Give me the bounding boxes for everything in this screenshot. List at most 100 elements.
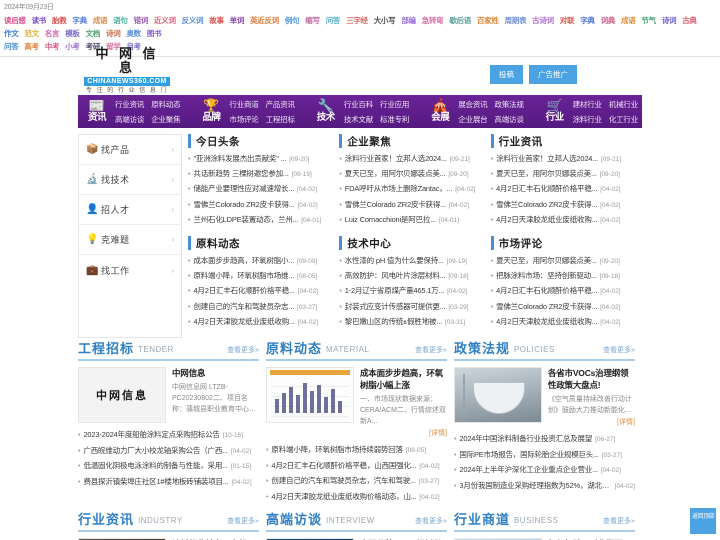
list-item[interactable]: • 费县探沂镇柴埠庄社区1#楼地板砖铺装项目... [04-02] (78, 475, 259, 491)
keyword-link[interactable]: 古诗词 (532, 16, 554, 25)
list-item[interactable]: • 兰州石化LDPE装置动态，兰州... [04-01] (188, 213, 333, 228)
list-item[interactable]: • 把脉涂料市场：坚持创新驱动... [09-18] (491, 269, 636, 284)
keyword-link[interactable]: 作文 (4, 29, 19, 38)
keyword-link[interactable]: 对联 (560, 16, 575, 25)
keyword-link[interactable]: 错词 (134, 16, 149, 25)
list-item[interactable]: • 水性漆的 pH 值为什么要保持... [09-19] (339, 254, 484, 269)
keyword-link[interactable]: 中考 (45, 42, 60, 51)
keyword-link[interactable]: 英近反词 (250, 16, 279, 25)
nav-link[interactable]: 技术文献 (344, 112, 373, 127)
nav-link[interactable]: 行业商道 (229, 97, 258, 112)
nav-link[interactable]: 工程招标 (266, 112, 295, 127)
featured-article[interactable]: 各省市VOCs治理纲领性政策大盘点! 《空气质量持续改善行动计划》鼓励大力推动新能… (453, 367, 635, 427)
keyword-link[interactable]: 模板 (65, 29, 80, 38)
keyword-link[interactable]: 缩写 (305, 16, 320, 25)
nav-link[interactable]: 化工行业 (609, 112, 638, 127)
site-logo[interactable]: 中 网 信 息 CHINANEWS360.COM 专 注 的 行 业 信 息 门… (84, 47, 170, 105)
article-thumbnail-image[interactable]: 中网信息 (78, 367, 166, 424)
nav-link[interactable]: 高端访谈 (115, 112, 144, 127)
keyword-link[interactable]: 部编 (401, 16, 416, 25)
list-item[interactable]: • 夏天已至，用阿尔贝娜装点美... [09-20] (491, 167, 636, 182)
nav-link[interactable]: 涂料行业 (573, 112, 602, 127)
list-item[interactable]: • 涂料行业首家！立邦人选2024... [09-21] (491, 152, 636, 167)
list-item[interactable]: • 创建自己的汽车和驾驶员杂志... [03-27] (188, 300, 333, 315)
keyword-link[interactable]: 故事 (209, 16, 224, 25)
list-item[interactable]: •3月份我国制造业采购经理指数为52%，湖北省14个...[04-02] (454, 479, 635, 495)
list-item[interactable]: • 1-2月辽宁省原煤产量465.1万... [04-02] (339, 284, 484, 299)
sidebar-item-1[interactable]: 🔬 找技术 › (79, 165, 181, 195)
nav-link[interactable]: 行业应用 (380, 97, 409, 112)
nav-group-head[interactable]: 🛒 行业 (542, 99, 568, 124)
view-more-link[interactable]: 查看更多» (415, 516, 447, 527)
keyword-link[interactable]: 节气 (641, 16, 656, 25)
list-item[interactable]: • 雪佛兰Colorado ZR2皮卡获得... [04-02] (491, 300, 636, 315)
list-item[interactable]: • 4月2日天津胶龙纸业废纸收购... [04-02] (188, 315, 333, 330)
keyword-link[interactable]: 三字经 (346, 16, 368, 25)
keyword-link[interactable]: 反义词 (182, 16, 204, 25)
view-more-link[interactable]: 查看更多» (227, 345, 259, 356)
list-item[interactable]: • 高效防护：风电叶片涂层材料... [09-18] (339, 269, 484, 284)
nav-link[interactable]: 建材行业 (573, 97, 602, 112)
list-item[interactable]: • 黎巴嫩山区的传统ة假胜地被... [03-31] (339, 315, 484, 330)
list-item[interactable]: • 2023-2024年度船舶涂料定点采购招标公告 [10-16] (78, 428, 259, 444)
back-to-top-button[interactable]: 返回顶部 (690, 508, 716, 534)
keyword-link[interactable]: 范文 (24, 29, 39, 38)
list-item[interactable]: • 4月2日汇丰石化顺酐价格平稳，山西国强化... [04-02] (266, 459, 447, 475)
list-item[interactable]: • 2024年上半年沪深化工企业重点企业营业... [04-02] (454, 463, 635, 479)
keyword-link[interactable]: 字典 (580, 16, 595, 25)
list-item[interactable]: • 4月2日汇丰石化顺酐价格平稳... [04-02] (491, 284, 636, 299)
featured-article[interactable]: 中网信息 中网信息 中网信息网 LTZB-PC20230802二、项目名称：蒲城县职… (78, 367, 259, 424)
keyword-link[interactable]: 近义词 (154, 16, 176, 25)
view-more-link[interactable]: 查看更多» (227, 516, 259, 527)
keyword-link[interactable]: 问答 (326, 16, 341, 25)
list-item[interactable]: • 涂料行业首家！立邦人选2024... [09-21] (339, 152, 484, 167)
list-item[interactable]: • 夏天已至，用阿尔贝娜装点美... [09-20] (491, 254, 636, 269)
keyword-link[interactable]: 诗词 (106, 29, 121, 38)
nav-group-head[interactable]: 🔧 技术 (313, 99, 339, 124)
nav-link[interactable]: 标准专利 (380, 112, 409, 127)
nav-link[interactable]: 行业百科 (344, 97, 373, 112)
nav-group-head[interactable]: 🏆 品牌 (198, 99, 224, 124)
keyword-link[interactable]: 问答 (4, 42, 19, 51)
article-thumbnail-image[interactable] (453, 367, 542, 424)
featured-detail-link[interactable]: [详情] (360, 428, 447, 438)
keyword-link[interactable]: 急转弯 (422, 16, 444, 25)
nav-link[interactable]: 企业聚焦 (151, 112, 180, 127)
list-item[interactable]: • 原料端小降，环氧树脂市场维... [08-05] (188, 269, 333, 284)
list-item[interactable]: • "亚洲涂料发展杰出贡献奖" ... [09-20] (188, 152, 333, 167)
list-item[interactable]: • 广西皖维动力厂大小校龙轴采购公告（广西... [04-02] (78, 444, 259, 460)
list-item[interactable]: • 储能产业要理性应对减速增长... [04-02] (188, 182, 333, 197)
keyword-link[interactable]: 胎教 (52, 16, 67, 25)
list-item[interactable]: • 雪佛兰Colorado ZR2皮卡获得... [04-02] (188, 198, 333, 213)
submit-article-button[interactable]: 投稿 (490, 65, 523, 84)
list-item[interactable]: • 4月2日天津胶龙纸业废纸收购... [04-02] (491, 315, 636, 330)
list-item[interactable]: • 成本面步步趋高，环氧树脂小... [09-09] (188, 254, 333, 269)
article-thumbnail-image[interactable] (265, 367, 354, 424)
keyword-link[interactable]: 读书 (32, 16, 47, 25)
view-more-link[interactable]: 查看更多» (603, 345, 635, 356)
featured-detail-link[interactable]: [详情] (548, 417, 635, 427)
list-item[interactable]: • 低温固化阴极电泳涂料的制备与性能，采用... [01-15] (78, 459, 259, 475)
keyword-link[interactable]: 单词 (230, 16, 245, 25)
keyword-link[interactable]: 语句 (113, 16, 128, 25)
keyword-link[interactable]: 奥数 (126, 29, 141, 38)
list-item[interactable]: • 创建自己的汽车和驾驶员杂志，汽车和驾驶... [03-27] (266, 474, 447, 490)
keyword-link[interactable]: 例句 (285, 16, 300, 25)
keyword-link[interactable]: 诗词 (662, 16, 677, 25)
list-item[interactable]: • 4月2日汇丰石化顺酐价格平稳... [04-02] (188, 284, 333, 299)
keyword-link[interactable]: 百家姓 (477, 16, 499, 25)
keyword-link[interactable]: 古典 (682, 16, 697, 25)
featured-article[interactable]: 成本面步步趋高，环氧树脂小幅上涨 一、市场现状数据来源：CERA/ACM二、行情综… (265, 367, 447, 438)
nav-link[interactable]: 企业展台 (458, 112, 487, 127)
keyword-link[interactable]: 读后感 (4, 16, 26, 25)
keyword-link[interactable]: 歇后语 (449, 16, 471, 25)
keyword-link[interactable]: 字典 (72, 16, 87, 25)
nav-link[interactable]: 机械行业 (609, 97, 638, 112)
keyword-link[interactable]: 高考 (24, 42, 39, 51)
keyword-link[interactable]: 文档 (86, 29, 101, 38)
list-item[interactable]: • 雪佛兰Colorado ZR2皮卡获得... [04-02] (339, 198, 484, 213)
list-item[interactable]: • 4月2日汇丰石化顺酐价格平稳... [04-02] (491, 182, 636, 197)
nav-group-head[interactable]: 🎪 会展 (427, 99, 453, 124)
list-item[interactable]: • 夏天已至，用阿尔贝娜装点美... [09-20] (339, 167, 484, 182)
list-item[interactable]: • 4月2日天津胶龙纸业废纸收购... [04-02] (491, 213, 636, 228)
